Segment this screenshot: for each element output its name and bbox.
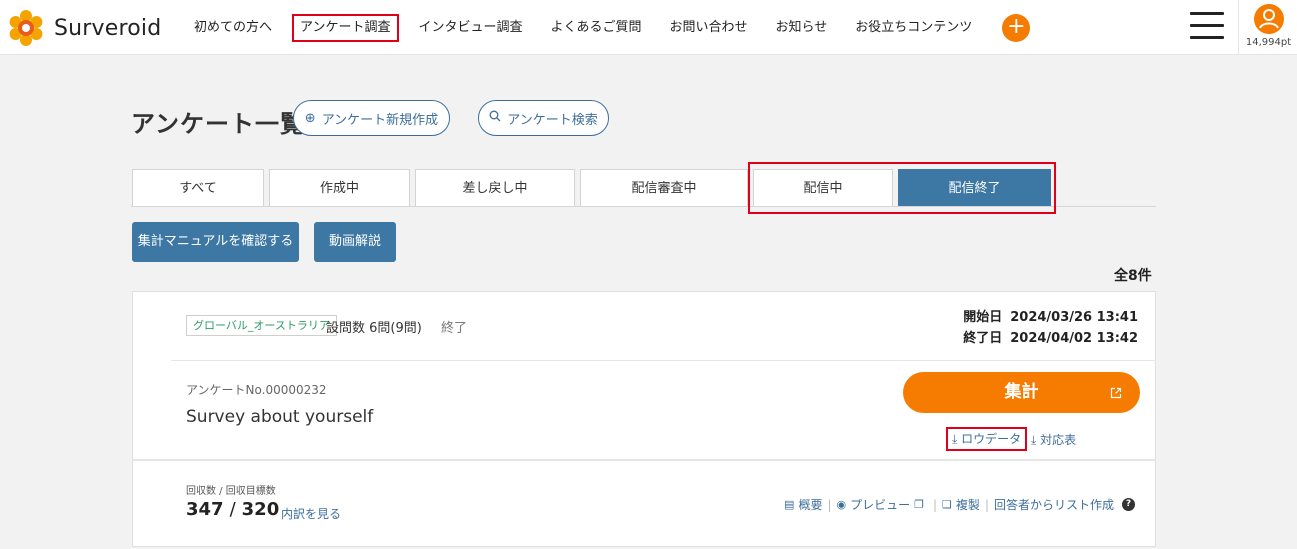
nav-contents[interactable]: お役立ちコンテンツ — [841, 16, 986, 40]
collection-slash: / — [229, 499, 236, 520]
tab-creating[interactable]: 作成中 — [269, 169, 410, 206]
new-survey-label: アンケート新規作成 — [321, 112, 439, 128]
nav-faq[interactable]: よくあるご質問 — [537, 16, 656, 40]
points-balance: 14,994pt — [1245, 37, 1292, 48]
video-button[interactable]: 動画解説 — [314, 222, 396, 262]
collection-label: 回収数 / 回収目標数 — [186, 486, 276, 497]
surveroid-logo-icon — [9, 10, 43, 46]
nav-interview[interactable]: インタビュー調査 — [405, 16, 537, 40]
start-date-value: 2024/03/26 13:41 — [1010, 310, 1138, 325]
link-separator: | — [933, 497, 938, 512]
logo-text: Surveroid — [54, 15, 162, 41]
duplicate-link[interactable]: ❏ 複製 — [942, 496, 980, 513]
rawdata-download-link[interactable]: ⤓ ロウデータ — [946, 427, 1028, 451]
duplicate-label: 複製 — [955, 498, 980, 512]
link-separator: | — [984, 497, 989, 512]
overview-link[interactable]: ▤ 概要 — [784, 496, 822, 513]
document-icon: ▤ — [784, 498, 795, 511]
panel-tag: グローバル_オーストラリア — [186, 315, 337, 336]
card-divider-top — [171, 360, 1156, 361]
plus-circle-icon: ⊕ — [304, 110, 316, 126]
target-count: 320 — [241, 499, 280, 520]
logo[interactable]: Surveroid — [8, 10, 161, 46]
new-survey-button[interactable]: ⊕ アンケート新規作成 — [293, 100, 450, 136]
end-date-value: 2024/04/02 13:42 — [1010, 331, 1138, 346]
collected-count: 347 — [186, 499, 224, 520]
card-actions: ▤ 概要 | ◉ プレビュー ❐ | ❏ 複製 | 回答者からリスト作成 ? — [784, 496, 1135, 513]
collection-numbers: 347/320 — [186, 499, 279, 520]
header-divider — [1238, 0, 1239, 55]
survey-card: グローバル_オーストラリア 設問数 6問(9問) 終了 開始日 2024/03/2… — [132, 291, 1156, 547]
copy-small-icon: ❐ — [914, 498, 924, 511]
download-icon: ⤓ — [952, 432, 958, 446]
tab-all[interactable]: すべて — [132, 169, 264, 206]
survey-dates: 開始日 2024/03/26 13:41 終了日 2024/04/02 13:42 — [963, 307, 1138, 349]
search-survey-label: アンケート検索 — [507, 112, 598, 128]
help-icon[interactable]: ? — [1122, 498, 1135, 511]
external-link-icon — [1110, 372, 1122, 413]
card-divider-bottom — [133, 459, 1155, 461]
question-count: 設問数 6問(9問) — [326, 321, 422, 336]
user-menu[interactable]: 14,994pt — [1240, 4, 1297, 48]
survey-number: アンケートNo.00000232 — [186, 383, 327, 397]
hamburger-icon[interactable] — [1190, 12, 1224, 40]
survey-status: 終了 — [441, 321, 468, 336]
tab-returned[interactable]: 差し戻し中 — [415, 169, 575, 206]
top-header: Surveroid 初めての方へ アンケート調査 インタビュー調査 よくあるご質… — [0, 0, 1297, 55]
page-title: アンケート一覧 — [131, 110, 306, 138]
correspondence-table-link[interactable]: ⤓ 対応表 — [1031, 431, 1076, 448]
eye-icon: ◉ — [836, 498, 847, 511]
plus-icon[interactable]: + — [1002, 13, 1031, 42]
nav-first-time[interactable]: 初めての方へ — [180, 16, 286, 40]
aggregate-label: 集計 — [1004, 382, 1039, 402]
link-separator: | — [827, 497, 832, 512]
total-count: 全8件 — [1114, 268, 1152, 284]
copy-icon: ❏ — [942, 498, 952, 511]
start-date-label: 開始日 — [963, 310, 1003, 325]
table-label: 対応表 — [1040, 433, 1077, 447]
user-icon — [1253, 4, 1284, 34]
main-nav: 初めての方へ アンケート調査 インタビュー調査 よくあるご質問 お問い合わせ お… — [180, 0, 1031, 55]
nav-contact[interactable]: お問い合わせ — [656, 16, 762, 40]
manual-button[interactable]: 集計マニュアルを確認する — [132, 222, 299, 262]
create-list-label: 回答者からリスト作成 — [993, 498, 1114, 512]
breakdown-link[interactable]: 内訳を見る — [281, 505, 341, 522]
tab-under-review[interactable]: 配信審査中 — [580, 169, 748, 206]
download-icon: ⤓ — [1031, 433, 1037, 447]
preview-link[interactable]: ◉ プレビュー ❐ — [837, 496, 929, 513]
search-survey-button[interactable]: アンケート検索 — [478, 100, 609, 136]
aggregate-button[interactable]: 集計 — [903, 372, 1140, 413]
tab-highlight-box — [748, 162, 1056, 214]
create-list-link[interactable]: 回答者からリスト作成 — [994, 496, 1114, 513]
nav-news[interactable]: お知らせ — [762, 16, 842, 40]
nav-survey[interactable]: アンケート調査 — [292, 13, 399, 42]
preview-label: プレビュー — [850, 498, 911, 512]
survey-title: Survey about yourself — [186, 407, 374, 427]
end-date-label: 終了日 — [963, 331, 1003, 346]
overview-label: 概要 — [798, 498, 823, 512]
rawdata-label: ロウデータ — [961, 432, 1022, 446]
search-icon — [489, 110, 501, 126]
